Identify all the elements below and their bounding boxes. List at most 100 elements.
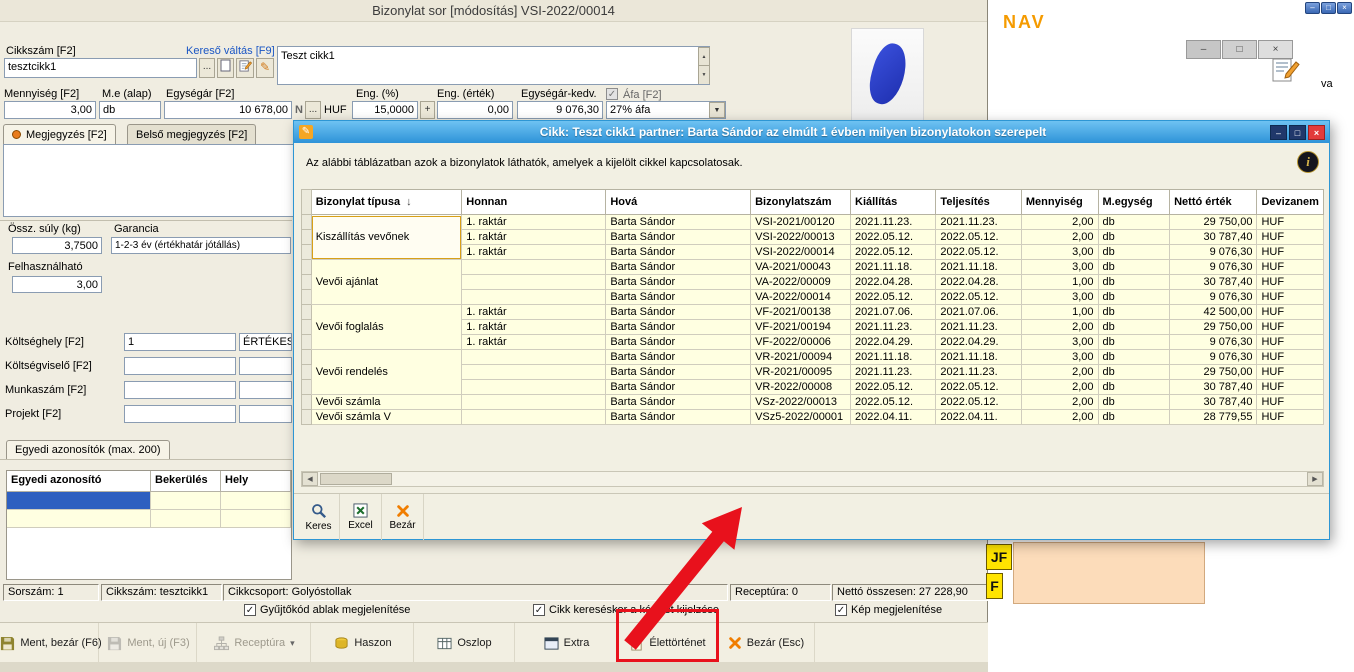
cell-netto[interactable]: 30 787,40: [1170, 395, 1257, 410]
cell-netto[interactable]: 30 787,40: [1170, 230, 1257, 245]
cell-bizonylat-tipusa[interactable]: Vevői ajánlat: [311, 260, 462, 305]
scroll-left-arrow[interactable]: ◀: [302, 472, 318, 486]
dialog-titlebar[interactable]: ✎ Cikk: Teszt cikk1 partner: Barta Sándo…: [294, 121, 1329, 143]
cell-teljesites[interactable]: 2022.04.11.: [936, 410, 1021, 425]
cost-input-munkaszam-f2[interactable]: [124, 381, 236, 399]
dialog-button-bezar[interactable]: Bezár: [382, 494, 424, 540]
mennyiseg-input[interactable]: 3,00: [4, 101, 96, 119]
cost-extra-koltseghely-f2[interactable]: ÉRTÉKES: [239, 333, 292, 351]
toolbar-button-ment-uj-f3[interactable]: Ment, új (F3): [101, 623, 197, 663]
row-selector[interactable]: [302, 395, 312, 410]
cell-netto[interactable]: 9 076,30: [1170, 290, 1257, 305]
cell-honnan[interactable]: 1. raktár: [462, 335, 606, 350]
dialog-button-keres[interactable]: Keres: [298, 494, 340, 540]
cell-megyseg[interactable]: db: [1098, 410, 1170, 425]
cell-bizonylatszam[interactable]: VSI-2021/00120: [751, 215, 851, 230]
egyedi-col-hely[interactable]: Hely: [221, 471, 291, 492]
egyedi-cell[interactable]: [221, 492, 291, 510]
cell-kiallitas[interactable]: 2021.11.18.: [851, 350, 936, 365]
cell-hova[interactable]: Barta Sándor: [606, 395, 751, 410]
cell-devizanem[interactable]: HUF: [1257, 215, 1324, 230]
cell-mennyiseg[interactable]: 2,00: [1021, 215, 1098, 230]
dialog-maximize-button[interactable]: □: [1289, 125, 1306, 140]
cost-extra-munkaszam-f2[interactable]: [239, 381, 292, 399]
table-row[interactable]: Vevői foglalás1. raktárBarta SándorVF-20…: [302, 305, 1324, 320]
cell-devizanem[interactable]: HUF: [1257, 275, 1324, 290]
cell-bizonylat-tipusa[interactable]: Vevői számla V: [311, 410, 462, 425]
cell-devizanem[interactable]: HUF: [1257, 380, 1324, 395]
cell-mennyiseg[interactable]: 1,00: [1021, 305, 1098, 320]
cell-mennyiseg[interactable]: 3,00: [1021, 260, 1098, 275]
dialog-button-excel[interactable]: Excel: [340, 494, 382, 540]
table-row[interactable]: Vevői számlaBarta SándorVSz-2022/0001320…: [302, 395, 1324, 410]
cell-honnan[interactable]: [462, 260, 606, 275]
cost-input-projekt-f2[interactable]: [124, 405, 236, 423]
cell-mennyiseg[interactable]: 2,00: [1021, 380, 1098, 395]
cell-mennyiseg[interactable]: 3,00: [1021, 245, 1098, 260]
egyedi-selected-cell[interactable]: [7, 492, 151, 510]
cell-bizonylat-tipusa[interactable]: Vevői foglalás: [311, 305, 462, 350]
cell-megyseg[interactable]: db: [1098, 245, 1170, 260]
cell-devizanem[interactable]: HUF: [1257, 260, 1324, 275]
cell-megyseg[interactable]: db: [1098, 395, 1170, 410]
cell-mennyiseg[interactable]: 2,00: [1021, 365, 1098, 380]
tab-egyedi-azonositok[interactable]: Egyedi azonosítók (max. 200): [6, 440, 170, 459]
table-row[interactable]: Vevői ajánlatBarta SándorVA-2021/0004320…: [302, 260, 1324, 275]
cell-bizonylatszam[interactable]: VA-2021/00043: [751, 260, 851, 275]
cell-kiallitas[interactable]: 2021.11.23.: [851, 365, 936, 380]
top-maximize-button[interactable]: □: [1321, 2, 1336, 14]
cell-megyseg[interactable]: db: [1098, 305, 1170, 320]
cell-teljesites[interactable]: 2021.11.18.: [936, 260, 1021, 275]
afa-dropdown-icon[interactable]: ▼: [709, 102, 725, 118]
top-close-button[interactable]: ×: [1337, 2, 1352, 14]
column-header-m-egyseg[interactable]: M.egység: [1098, 190, 1170, 215]
cell-devizanem[interactable]: HUF: [1257, 305, 1324, 320]
cikkszam-browse-button[interactable]: ...: [199, 58, 215, 78]
cell-megyseg[interactable]: db: [1098, 215, 1170, 230]
cell-honnan[interactable]: 1. raktár: [462, 320, 606, 335]
checkbox-kep-megjelenitese[interactable]: ✓Kép megjelenítése: [835, 603, 942, 617]
cell-hova[interactable]: Barta Sándor: [606, 275, 751, 290]
cell-hova[interactable]: Barta Sándor: [606, 260, 751, 275]
cell-devizanem[interactable]: HUF: [1257, 365, 1324, 380]
row-selector[interactable]: [302, 275, 312, 290]
column-header-kiallitas[interactable]: Kiállítás: [851, 190, 936, 215]
garancia-input[interactable]: 1-2-3 év (értékhatár jótállás): [111, 237, 291, 254]
cell-kiallitas[interactable]: 2022.04.11.: [851, 410, 936, 425]
egyedi-row[interactable]: [7, 492, 291, 510]
cell-devizanem[interactable]: HUF: [1257, 245, 1324, 260]
cell-bizonylatszam[interactable]: VSI-2022/00014: [751, 245, 851, 260]
column-header-hova[interactable]: Hová: [606, 190, 751, 215]
cell-megyseg[interactable]: db: [1098, 335, 1170, 350]
cell-devizanem[interactable]: HUF: [1257, 335, 1324, 350]
cell-hova[interactable]: Barta Sándor: [606, 365, 751, 380]
cell-honnan[interactable]: [462, 395, 606, 410]
cell-kiallitas[interactable]: 2022.04.28.: [851, 275, 936, 290]
cell-hova[interactable]: Barta Sándor: [606, 380, 751, 395]
cell-netto[interactable]: 29 750,00: [1170, 365, 1257, 380]
scroll-right-arrow[interactable]: ▶: [1307, 472, 1323, 486]
cell-bizonylatszam[interactable]: VA-2022/00014: [751, 290, 851, 305]
cell-netto[interactable]: 9 076,30: [1170, 350, 1257, 365]
cikkszam-input[interactable]: tesztcikk1: [4, 58, 197, 78]
cell-teljesites[interactable]: 2022.04.29.: [936, 335, 1021, 350]
cell-honnan[interactable]: [462, 290, 606, 305]
cell-netto[interactable]: 9 076,30: [1170, 335, 1257, 350]
row-selector[interactable]: [302, 260, 312, 275]
horizontal-scrollbar[interactable]: ◀ ▶: [301, 471, 1324, 487]
cell-kiallitas[interactable]: 2022.05.12.: [851, 395, 936, 410]
column-header-bizonylat-tipusa[interactable]: Bizonylat típusa↓: [311, 190, 462, 215]
cell-mennyiseg[interactable]: 2,00: [1021, 395, 1098, 410]
cell-devizanem[interactable]: HUF: [1257, 320, 1324, 335]
cell-bizonylat-tipusa[interactable]: Vevői számla: [311, 395, 462, 410]
cell-kiallitas[interactable]: 2022.05.12.: [851, 245, 936, 260]
cost-extra-projekt-f2[interactable]: [239, 405, 292, 423]
edit-document-icon[interactable]: [1270, 54, 1300, 87]
cell-honnan[interactable]: 1. raktár: [462, 305, 606, 320]
plus-button[interactable]: +: [420, 101, 435, 119]
cell-teljesites[interactable]: 2022.05.12.: [936, 290, 1021, 305]
row-selector[interactable]: [302, 410, 312, 425]
afa-checkbox[interactable]: ✓: [606, 88, 618, 100]
table-row[interactable]: Vevői számla VBarta SándorVSz5-2022/0000…: [302, 410, 1324, 425]
cell-bizonylatszam[interactable]: VA-2022/00009: [751, 275, 851, 290]
